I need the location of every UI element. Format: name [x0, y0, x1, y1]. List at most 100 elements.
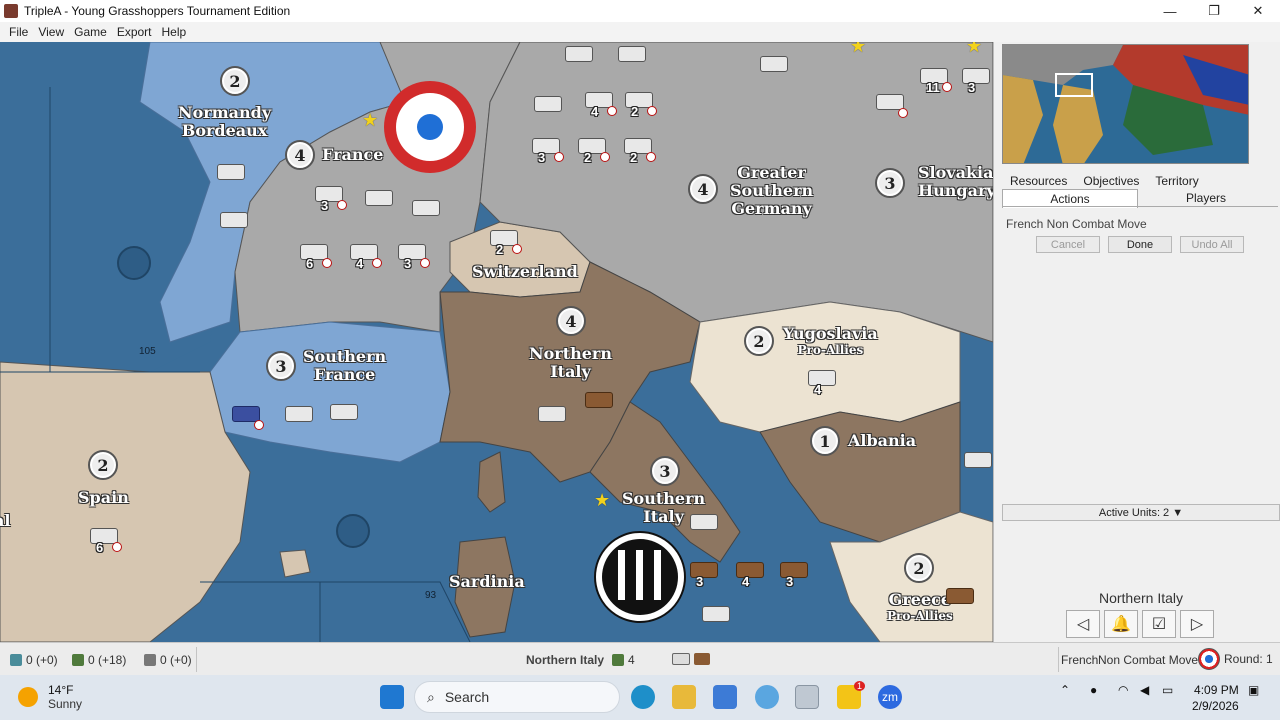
label-southern-france: Southern France — [303, 347, 387, 384]
done-move-button[interactable]: ☑ — [1142, 610, 1176, 638]
tray-chevron-icon[interactable]: ⌃ — [1060, 683, 1070, 697]
unit-factory-sfrance[interactable] — [285, 404, 315, 426]
menu-view[interactable]: View — [33, 25, 69, 39]
cancel-button[interactable]: Cancel — [1036, 236, 1100, 253]
notification-icon[interactable]: ▣ — [1248, 683, 1259, 697]
unit-factory-sitaly[interactable] — [690, 512, 720, 534]
unit-artillery-greece[interactable] — [946, 586, 976, 608]
unit-infantry-slovakia-2[interactable]: 3 — [962, 66, 992, 95]
next-unit-button[interactable]: ▷ — [1180, 610, 1214, 638]
undo-all-button[interactable]: Undo All — [1180, 236, 1244, 253]
unit-infantry-sitaly-2[interactable]: 4 — [736, 560, 766, 589]
unit-tank-albania[interactable] — [964, 450, 993, 472]
unit-infantry-swiss[interactable]: 2 — [490, 228, 522, 257]
maximize-button[interactable]: ❐ — [1192, 0, 1236, 22]
unit-artillery-sfrance[interactable] — [232, 404, 264, 430]
unit-infantry-mid-2[interactable]: 2 — [625, 90, 657, 119]
windows-taskbar: 14°F Sunny ⌕ Search 1 zm ⌃ ● ◠ ◀ ▭ 4:09 … — [0, 675, 1280, 720]
game-map[interactable]: 2 Normandy Bordeaux 4 France Switzerland … — [0, 42, 993, 642]
resource-pus: 0 (+0) — [10, 653, 58, 667]
clock-date: 2/9/2026 — [1192, 699, 1239, 713]
clock-time: 4:09 PM — [1194, 683, 1239, 697]
tab-divider — [1002, 206, 1278, 207]
unit-factory-top[interactable] — [760, 54, 790, 76]
unit-tank[interactable]: 6 — [300, 242, 332, 271]
tab-resources[interactable]: Resources — [1002, 172, 1075, 190]
weather-temp: 14°F — [48, 683, 74, 697]
tab-territory[interactable]: Territory — [1147, 172, 1206, 190]
unit-fighter-mid[interactable]: 3 — [532, 136, 564, 165]
capital-star-icon-3: ★ — [966, 42, 983, 56]
notification-badge: 1 — [853, 681, 865, 691]
menu-help[interactable]: Help — [157, 25, 192, 39]
minimize-button[interactable]: — — [1148, 0, 1192, 22]
menu-game[interactable]: Game — [69, 25, 112, 39]
unit-infantry-spain[interactable]: 6 — [90, 526, 122, 555]
notification-bell-button[interactable]: 🔔 — [1104, 610, 1138, 638]
unit-infantry-slovakia[interactable]: 11 — [920, 66, 952, 95]
done-button[interactable]: Done — [1108, 236, 1172, 253]
unit-fighter-sardinia[interactable] — [702, 604, 732, 626]
unit-fighter-sfrance[interactable] — [330, 402, 360, 424]
unit-fighter-sitaly[interactable]: 3 — [780, 560, 810, 589]
unit-factory[interactable] — [365, 188, 395, 210]
factory-unit-icon — [672, 653, 690, 665]
capital-star-icon-4: ★ — [594, 490, 611, 510]
unit-infantry-mid[interactable]: 4 — [585, 90, 617, 119]
windows-start-icon[interactable] — [380, 685, 404, 709]
capital-star-icon: ★ — [362, 110, 379, 130]
unit-infantry-sitaly[interactable]: 3 — [690, 560, 720, 589]
label-switzerland: Switzerland — [472, 262, 578, 281]
tab-objectives[interactable]: Objectives — [1075, 172, 1147, 190]
unit-artillery[interactable]: 3 — [398, 242, 430, 271]
label-spain: Spain — [78, 488, 129, 507]
unit-factory-2[interactable] — [220, 210, 250, 232]
unit-factory-mid[interactable] — [534, 94, 564, 116]
pu-yugoslavia: 2 — [744, 326, 774, 356]
game-app-icon[interactable]: 1 — [837, 681, 865, 709]
income-resource-icon-2 — [612, 654, 625, 666]
unit-factory-nitaly[interactable] — [538, 404, 568, 426]
search-label: Search — [444, 689, 490, 705]
weather-app-icon[interactable] — [755, 685, 779, 709]
unit-tank-2[interactable]: 4 — [350, 242, 382, 271]
label-slovakia: Slovakia Hungary — [918, 163, 993, 200]
previous-unit-button[interactable]: ◁ — [1066, 610, 1100, 638]
unit-aa-gun[interactable] — [412, 198, 442, 220]
edge-browser-icon[interactable] — [631, 685, 655, 709]
unit-fighter-top-2[interactable] — [618, 44, 648, 66]
taskbar-clock[interactable]: 4:09 PM 2/9/2026 — [1192, 682, 1239, 714]
minimap-viewport[interactable] — [1055, 73, 1093, 97]
pu-resource-icon — [10, 654, 22, 666]
microphone-icon[interactable]: ● — [1090, 683, 1097, 697]
wifi-icon[interactable]: ◠ — [1118, 683, 1128, 697]
close-button[interactable]: ✕ — [1236, 0, 1280, 22]
pu-slovakia: 3 — [875, 168, 905, 198]
volume-icon[interactable]: ◀ — [1140, 683, 1149, 697]
status-territory: Northern Italy 4 — [526, 653, 635, 667]
window-titlebar: TripleA - Young Grasshoppers Tournament … — [0, 0, 1280, 22]
pu-albania: 1 — [810, 426, 840, 456]
file-explorer-icon[interactable] — [672, 685, 696, 709]
zoom-icon[interactable]: zm — [878, 685, 902, 709]
taskbar-search[interactable]: ⌕ Search — [414, 681, 620, 713]
battery-icon[interactable]: ▭ — [1162, 683, 1173, 697]
triplea-taskbar-icon[interactable] — [795, 685, 819, 709]
active-units-dropdown[interactable]: Active Units: 2 ▼ — [1002, 504, 1280, 521]
minimap[interactable] — [1002, 44, 1249, 164]
unit-fighter-mid-2[interactable]: 2 — [578, 136, 610, 165]
store-icon[interactable] — [713, 685, 737, 709]
unit-fighter[interactable] — [217, 162, 247, 184]
unit-infantry-yugoslavia[interactable]: 4 — [808, 368, 838, 397]
status-bar: 0 (+0) 0 (+18) 0 (+0) Northern Italy 4 F… — [0, 642, 1280, 675]
selected-territory-name: Northern Italy — [1098, 590, 1184, 606]
unit-artillery-nitaly[interactable] — [585, 390, 615, 412]
menu-file[interactable]: File — [4, 25, 33, 39]
weather-widget[interactable]: 14°F Sunny — [18, 683, 82, 711]
unit-fighter-mid-3[interactable]: 2 — [624, 136, 656, 165]
unit-infantry[interactable]: 3 — [315, 184, 347, 213]
menu-export[interactable]: Export — [112, 25, 157, 39]
tech-resource-icon — [144, 654, 156, 666]
unit-fighter-top[interactable] — [565, 44, 595, 66]
unit-tank-slovakia[interactable] — [876, 92, 908, 118]
